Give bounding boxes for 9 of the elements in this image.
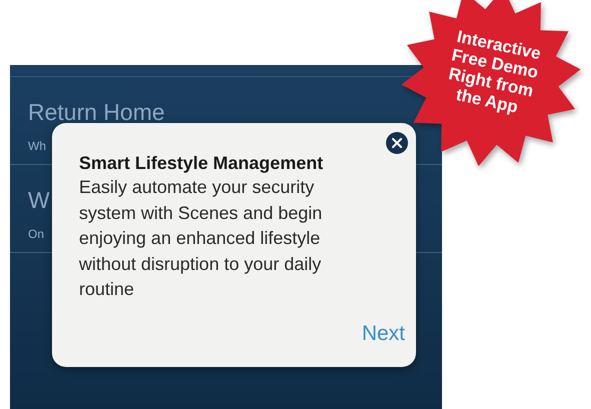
scene-subtitle: Wh bbox=[28, 139, 46, 153]
scene-title: Return Home bbox=[28, 99, 165, 125]
scene-title: W bbox=[28, 187, 50, 213]
close-button[interactable] bbox=[386, 132, 408, 154]
next-link[interactable]: Next bbox=[362, 322, 405, 345]
close-icon bbox=[392, 138, 402, 148]
scene-subtitle: On bbox=[28, 227, 44, 241]
popup-text: Easily automate your security system with Scenes and begin enjoying an enhanced lifestyle without disruption to your daily routine bbox=[79, 176, 324, 301]
popup-title: Smart Lifestyle Management bbox=[79, 152, 324, 175]
